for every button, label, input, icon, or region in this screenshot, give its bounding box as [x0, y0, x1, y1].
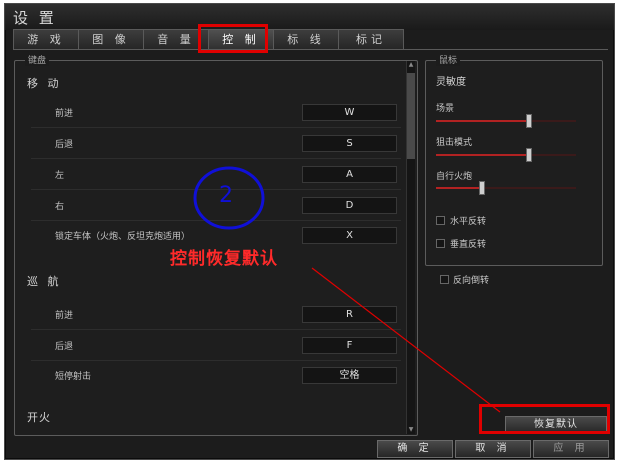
annotation-arrow-line [311, 267, 501, 413]
step-number: 2 [219, 183, 234, 208]
annotation-overlay [193, 166, 501, 413]
annotation-caption: 控制恢复默认 [170, 249, 278, 269]
